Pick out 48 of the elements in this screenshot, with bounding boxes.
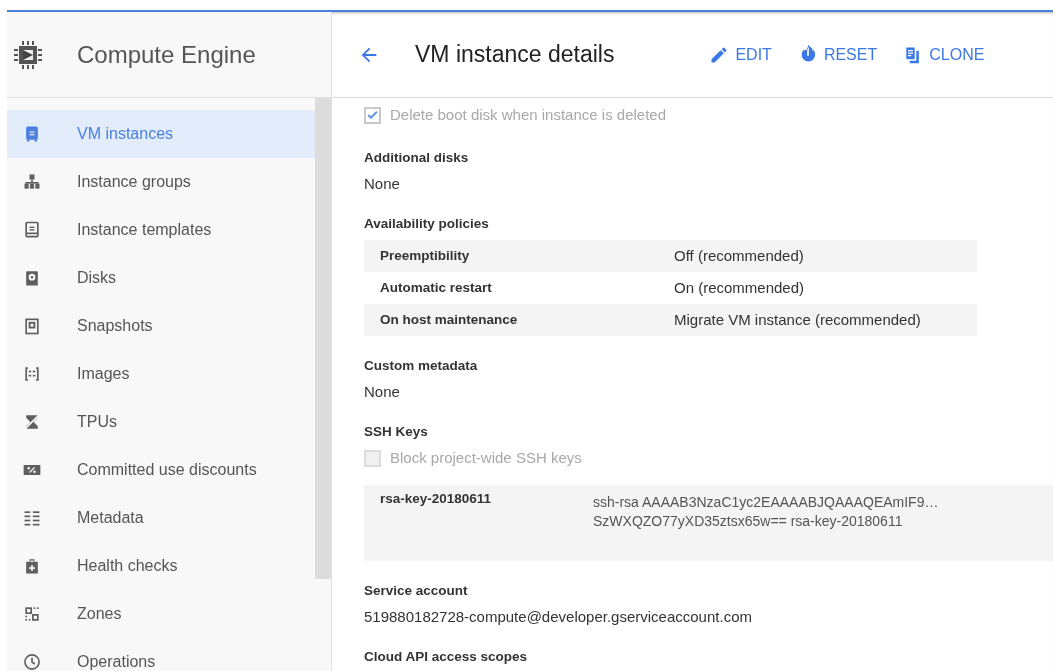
field-value: None: [364, 174, 401, 194]
snapshot-icon: [22, 316, 42, 336]
field-value: 519880182728-compute@developer.gserviceaccount.com: [364, 607, 753, 627]
table-cell-text: On host maintenance: [379, 310, 519, 329]
table-cell-text: Automatic restart: [379, 278, 493, 297]
sidebar-item[interactable]: Instance templates: [7, 206, 315, 254]
key-value-line: ssh-rsa AAAAB3NzaC1yc2EAAAABJQAAAQEAmIF9…: [593, 493, 939, 512]
section-heading: Availability policies: [364, 215, 490, 233]
scrollbar-thumb[interactable]: [315, 98, 331, 579]
toolbar-button[interactable]: CLONE: [903, 42, 985, 67]
page-title: VM instance details: [415, 40, 615, 70]
sidebar-item[interactable]: Health checks: [7, 542, 315, 590]
key-value-line: SzWXQZO77yXD35ztsx65w== rsa-key-20180611: [593, 512, 904, 531]
chip-icon: [13, 39, 43, 70]
sidebar-item[interactable]: Zones: [7, 590, 315, 638]
list-icon: [22, 508, 42, 528]
section-heading: SSH Keys: [364, 423, 429, 441]
checkbox-label: Block project-wide SSH keys: [390, 447, 582, 468]
table-cell-text: Migrate VM instance (recommended): [674, 309, 921, 330]
section-heading: Cloud API access scopes: [364, 648, 529, 666]
checkbox[interactable]: [364, 106, 381, 124]
field-value: None: [364, 382, 401, 402]
table-cell-text: Off (recommended): [674, 245, 804, 266]
grid-icon: [22, 604, 42, 624]
sidebar-item[interactable]: Instance groups: [7, 158, 315, 206]
sidebar-item[interactable]: Operations: [7, 638, 315, 671]
toolbar-button[interactable]: RESET: [797, 42, 878, 67]
checkbox-label: Delete boot disk when instance is deleted: [390, 104, 666, 125]
section-heading: Custom metadata: [364, 357, 479, 375]
sidebar-item[interactable]: TPUs: [7, 398, 315, 446]
section-heading: Additional disks: [364, 149, 470, 167]
toolbar-button[interactable]: EDIT: [709, 42, 772, 67]
sidebar-item[interactable]: Metadata: [7, 494, 315, 542]
sidebar-item[interactable]: Snapshots: [7, 302, 315, 350]
sidebar-item[interactable]: Disks: [7, 254, 315, 302]
product-title: Compute Engine: [77, 39, 256, 70]
sidebar-item[interactable]: Committed use discounts: [7, 446, 315, 494]
section-heading: Service account: [364, 582, 469, 600]
key-name: rsa-key-20180611: [379, 490, 493, 508]
checkmark-icon: [366, 108, 379, 122]
checkbox[interactable]: [364, 449, 381, 467]
hierarchy-icon: [22, 172, 42, 192]
clock-icon: [22, 652, 42, 671]
template-icon: [22, 220, 42, 240]
table-cell-text: On (recommended): [674, 277, 805, 298]
table-cell-text: Preemptibility: [379, 246, 471, 265]
sidebar-item[interactable]: Images: [7, 350, 315, 398]
image-icon: [22, 364, 42, 384]
